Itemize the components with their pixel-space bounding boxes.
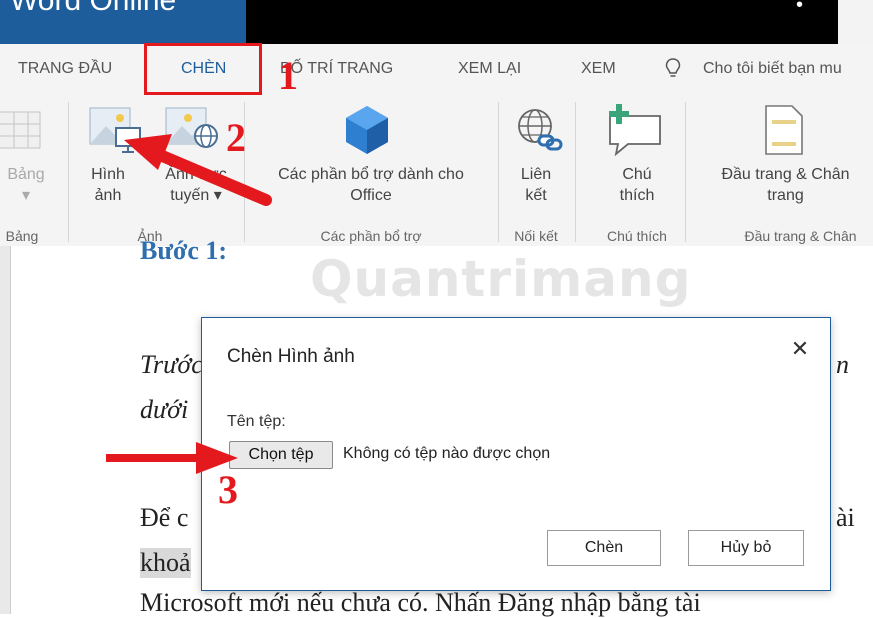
annotation-step-3: 3 bbox=[218, 467, 238, 512]
document-line: n bbox=[836, 350, 849, 379]
link-icon bbox=[518, 109, 563, 151]
title-bar-edge bbox=[838, 0, 873, 44]
addins-button[interactable]: Các phần bổ trợ dành cho Office bbox=[250, 164, 492, 206]
online-picture-button[interactable]: Ảnh trực tuyến ▾ bbox=[152, 164, 240, 206]
group-label-comments: Chú thích bbox=[607, 228, 667, 244]
document-gutter bbox=[0, 246, 10, 614]
tab-review[interactable]: XEM LẠI bbox=[458, 60, 521, 82]
watermark-logo: Quantrimang bbox=[310, 250, 692, 308]
header-footer-icon bbox=[765, 105, 803, 155]
picture-icon bbox=[89, 107, 141, 153]
picture-button[interactable]: Hình ảnh bbox=[86, 164, 130, 206]
document-heading: Bước 1: bbox=[140, 236, 228, 265]
ribbon-separator bbox=[575, 102, 576, 242]
insert-picture-dialog: Chèn Hình ảnh ✕ Tên tệp: Chọn tệp Không … bbox=[201, 317, 831, 591]
link-button[interactable]: Liên kết bbox=[507, 164, 565, 206]
annotation-box-insert-tab bbox=[144, 43, 262, 95]
annotation-step-2: 2 bbox=[226, 115, 246, 160]
choose-file-button[interactable]: Chọn tệp bbox=[229, 441, 333, 469]
tab-view[interactable]: XEM bbox=[581, 60, 616, 82]
header-footer-button[interactable]: Đầu trang & Chân trang bbox=[698, 164, 873, 206]
tab-home[interactable]: TRANG ĐẦU bbox=[18, 60, 112, 82]
new-comment-icon bbox=[609, 104, 661, 156]
insert-button[interactable]: Chèn bbox=[547, 530, 661, 566]
title-bar: Word Online • bbox=[0, 0, 873, 44]
lightbulb-icon bbox=[665, 58, 681, 77]
table-icon bbox=[0, 111, 41, 149]
group-label-addins: Các phần bổ trợ bbox=[320, 228, 422, 244]
group-label-header-footer: Đầu trang & Chân bbox=[744, 228, 857, 244]
dialog-title: Chèn Hình ảnh bbox=[227, 346, 355, 367]
document-line: dưới bbox=[140, 395, 189, 424]
title-bar-glyph: • bbox=[796, 0, 804, 16]
ribbon-tabs: TRANG ĐẦU CHÈN BỐ TRÍ TRANG XEM LẠI XEM … bbox=[0, 44, 873, 94]
app-title: Word Online bbox=[10, 0, 177, 17]
ribbon-separator bbox=[68, 102, 69, 242]
cancel-button[interactable]: Hủy bỏ bbox=[688, 530, 804, 566]
ribbon-insert: Bảng ▾ Bảng Hình ảnh Ảnh trực tuyến ▾ Ản… bbox=[0, 94, 873, 247]
close-icon[interactable]: ✕ bbox=[787, 336, 813, 362]
title-bar-black-area: • bbox=[246, 0, 838, 44]
addins-icon bbox=[346, 106, 388, 154]
document-line: Để c bbox=[140, 503, 189, 532]
ribbon-separator bbox=[685, 102, 686, 242]
tell-me-search[interactable]: Cho tôi biết bạn mu bbox=[703, 60, 842, 82]
file-name-label: Tên tệp: bbox=[227, 413, 286, 430]
document-line: khoả bbox=[140, 548, 191, 578]
table-button[interactable]: Bảng ▾ bbox=[0, 164, 52, 206]
online-picture-icon bbox=[165, 107, 218, 148]
group-label-tables: Bảng bbox=[5, 228, 39, 244]
document-line: Trước bbox=[140, 350, 203, 379]
file-status-text: Không có tệp nào được chọn bbox=[343, 445, 551, 462]
comment-button[interactable]: Chú thích bbox=[600, 164, 674, 206]
annotation-step-1: 1 bbox=[278, 53, 298, 98]
ribbon-separator bbox=[498, 102, 499, 242]
group-label-links: Nối kết bbox=[514, 228, 558, 244]
document-line: ài bbox=[836, 503, 855, 532]
